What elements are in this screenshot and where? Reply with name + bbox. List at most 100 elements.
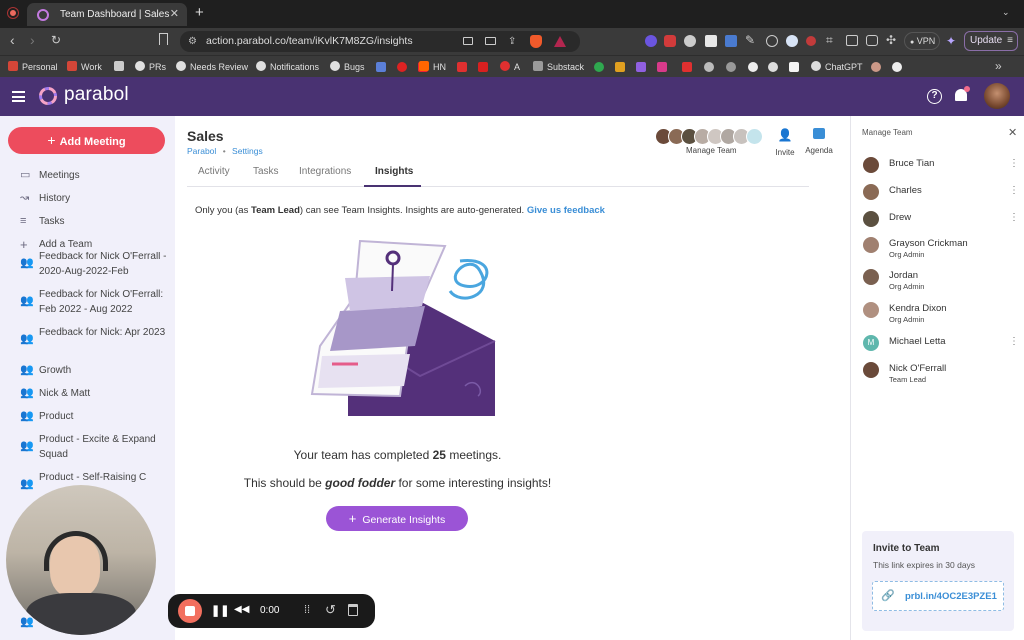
member-row[interactable]: Charles ⋮ [863, 184, 1019, 214]
share-icon[interactable]: ⇪ [508, 31, 516, 52]
bookmark-favicon-icon[interactable] [748, 62, 758, 72]
brave-rewards-icon[interactable] [554, 36, 566, 47]
user-avatar[interactable] [984, 83, 1010, 109]
member-menu-icon[interactable]: ⋮ [1009, 335, 1019, 349]
sidebar-item-add-team[interactable]: + Add a Team [20, 237, 170, 252]
bookmark-a[interactable]: A [500, 56, 520, 78]
pause-icon[interactable]: ❚❚ [211, 604, 229, 617]
member-menu-icon[interactable]: ⋮ [1009, 157, 1019, 171]
sidebar-toggle-icon[interactable] [846, 35, 858, 46]
bookmark-favicon-icon[interactable] [457, 62, 467, 72]
invite-button[interactable]: 👤 Invite [771, 128, 799, 158]
team-item[interactable]: 👥 Product [20, 409, 170, 424]
bookmark-hn[interactable]: HN [419, 56, 446, 78]
bookmark-bugs[interactable]: Bugs [330, 56, 365, 78]
generate-insights-button[interactable]: + Generate Insights [326, 506, 468, 531]
team-avatars[interactable] [655, 128, 767, 146]
update-button[interactable]: Update ≡ [964, 31, 1018, 51]
team-item[interactable]: 👥 Product - Excite & Expand Squad [20, 432, 170, 462]
tab-activity[interactable]: Activity [198, 166, 230, 177]
bookmark-chatgpt[interactable]: ChatGPT [811, 56, 863, 78]
agenda-button[interactable]: Agenda [803, 128, 835, 158]
bookmark-favicon-icon[interactable] [892, 62, 902, 72]
new-tab-icon[interactable]: + [195, 5, 204, 20]
sidebar-item-tasks[interactable]: ≡ Tasks [20, 214, 170, 229]
hamburger-menu-icon[interactable] [12, 91, 25, 102]
extension-icon[interactable] [645, 35, 657, 47]
browser-tab[interactable]: Team Dashboard | Sales ✕ [27, 3, 187, 26]
member-row[interactable]: M Michael Letta ⋮ [863, 335, 1019, 365]
help-icon[interactable]: ? [927, 89, 942, 104]
team-item[interactable]: 👥 Growth [20, 363, 170, 378]
member-menu-icon[interactable]: ⋮ [1009, 211, 1019, 225]
rewind-icon[interactable]: ◀◀ [234, 604, 249, 615]
org-link[interactable]: Parabol [187, 146, 216, 156]
bookmark-icon[interactable] [159, 33, 168, 45]
team-item[interactable]: 👥 Nick & Matt [20, 386, 170, 401]
member-row[interactable]: Grayson Crickman Org Admin [863, 237, 1013, 267]
settings-link[interactable]: Settings [232, 146, 263, 156]
bookmark-notifications[interactable]: Notifications [256, 56, 319, 78]
bookmark-favicon-icon[interactable] [636, 62, 646, 72]
reload-icon[interactable]: ↻ [51, 33, 61, 47]
bookmark-favicon-icon[interactable] [594, 62, 604, 72]
screen-icon[interactable] [485, 37, 496, 45]
tab-tasks[interactable]: Tasks [253, 166, 279, 177]
bookmark-favicon-icon[interactable] [376, 62, 386, 72]
bookmarks-overflow-icon[interactable]: » [995, 59, 1002, 73]
sidebar-item-history[interactable]: ↝ History [20, 191, 170, 206]
bookmark-favicon-icon[interactable] [871, 62, 881, 72]
forward-icon[interactable]: › [30, 32, 35, 48]
team-item[interactable]: 👥 Feedback for Nick: Apr 2023 [20, 325, 170, 355]
cast-icon[interactable] [463, 37, 473, 45]
bookmark-favicon-icon[interactable] [704, 62, 714, 72]
member-row[interactable]: Nick O'Ferrall Team Lead [863, 362, 1013, 392]
bookmark-favicon-icon[interactable] [615, 62, 625, 72]
bookmark-personal[interactable]: Personal [8, 56, 58, 78]
bookmark-favicon-icon[interactable] [657, 62, 667, 72]
bookmark-substack[interactable]: Substack [533, 56, 584, 78]
trash-icon[interactable] [348, 604, 358, 616]
close-icon[interactable]: ✕ [1008, 126, 1017, 139]
member-menu-icon[interactable]: ⋮ [1009, 184, 1019, 198]
extension-icon[interactable]: ⌗ [826, 33, 833, 48]
bookmark-prs[interactable]: PRs [135, 56, 166, 78]
tab-insights[interactable]: Insights [375, 166, 413, 177]
stop-recording-button[interactable] [178, 599, 202, 623]
tab-close-icon[interactable]: ✕ [170, 3, 179, 26]
feedback-link[interactable]: Give us feedback [527, 205, 605, 216]
sidebar-item-meetings[interactable]: ▭ Meetings [20, 168, 170, 183]
member-row[interactable]: Bruce Tian ⋮ [863, 157, 1019, 187]
bookmark-favicon-icon[interactable] [478, 62, 488, 72]
bookmark-favicon-icon[interactable] [768, 62, 778, 72]
webcam-bubble[interactable] [6, 485, 156, 635]
brave-shield-icon[interactable] [530, 35, 542, 48]
url-field[interactable]: ⚙ action.parabol.co/team/iKvlK7M8ZG/insi… [180, 31, 580, 52]
add-meeting-button[interactable]: + Add Meeting [8, 127, 165, 154]
extension-icon[interactable] [705, 35, 717, 47]
extension-icon[interactable] [786, 35, 798, 47]
extension-icon[interactable] [684, 35, 696, 47]
bookmark-favicon-icon[interactable] [397, 62, 407, 72]
extension-icon[interactable] [766, 35, 778, 47]
tab-integrations[interactable]: Integrations [299, 166, 351, 177]
extension-icon[interactable]: ✎ [745, 33, 755, 47]
member-row[interactable]: Kendra Dixon Org Admin [863, 302, 1013, 332]
team-item[interactable]: 👥 Feedback for Nick O'Ferrall - 2020-Aug-… [20, 252, 170, 279]
brand-name[interactable]: parabol [64, 84, 129, 106]
back-icon[interactable]: ‹ [10, 32, 15, 48]
leo-icon[interactable]: ✦ [946, 34, 956, 48]
bookmark-trello[interactable] [114, 56, 128, 78]
restart-icon[interactable]: ↺ [325, 602, 336, 618]
wallet-icon[interactable] [866, 35, 878, 46]
bookmark-favicon-icon[interactable] [682, 62, 692, 72]
extensions-puzzle-icon[interactable]: ✣ [886, 33, 896, 47]
grid-icon[interactable]: ⁞⁞ [304, 604, 310, 616]
tab-overflow-icon[interactable]: ⌄ [1002, 7, 1010, 18]
extension-icon[interactable] [725, 35, 737, 47]
vpn-button[interactable]: ● VPN [904, 32, 940, 50]
member-row[interactable]: Jordan Org Admin [863, 269, 1013, 299]
bookmark-favicon-icon[interactable] [726, 62, 736, 72]
invite-link-field[interactable]: 🔗 prbl.in/4OC2E3PZE1 [872, 581, 1004, 611]
team-item[interactable]: 👥 Feedback for Nick O'Ferrall: Feb 2022 -… [20, 287, 170, 317]
